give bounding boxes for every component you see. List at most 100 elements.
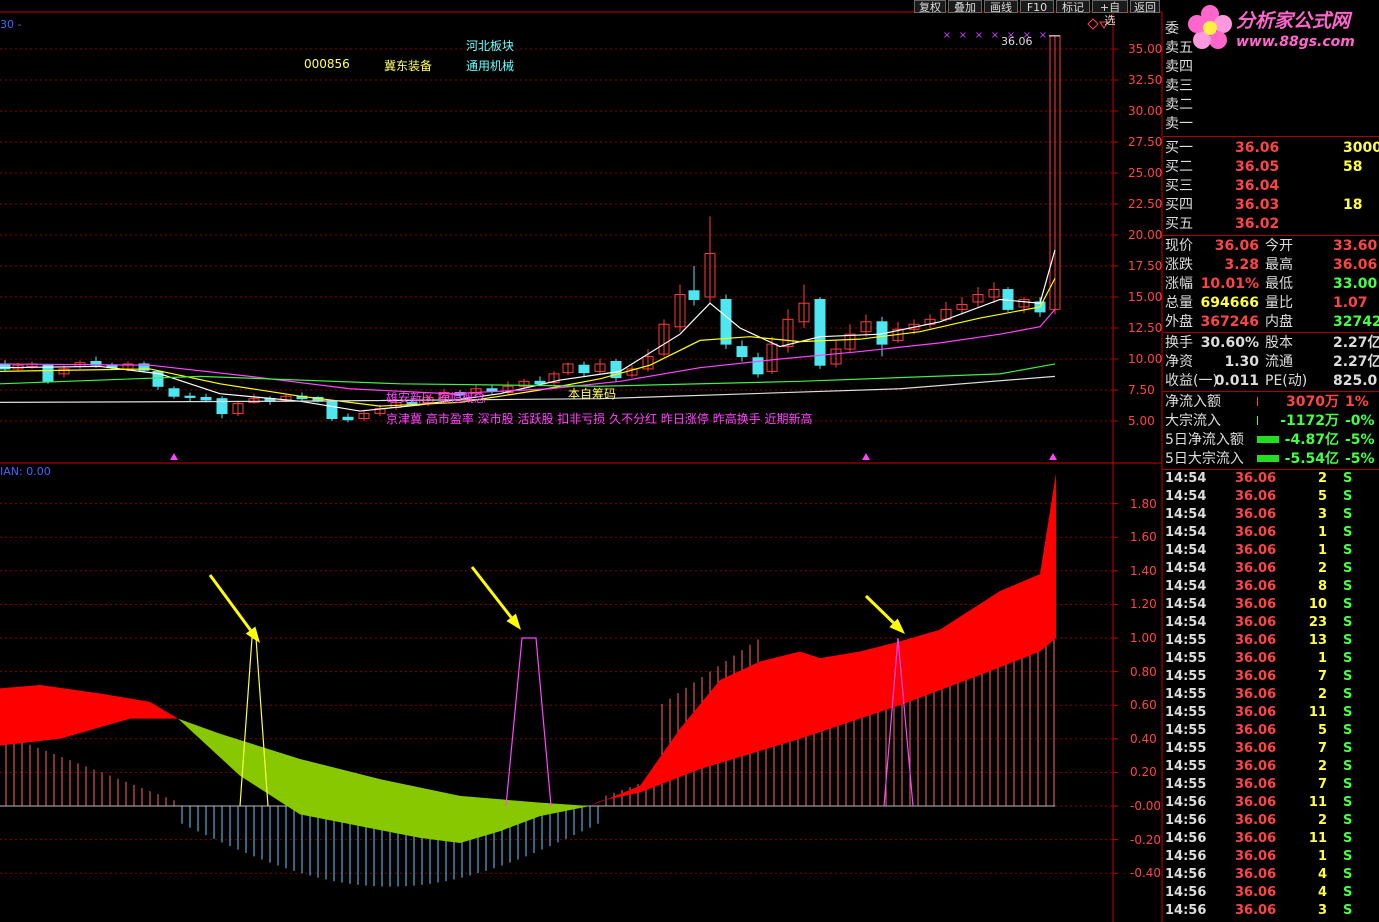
flow-label: 5日大宗流入 <box>1165 451 1244 467</box>
quote-label: 收益(一) <box>1165 373 1218 389</box>
quote-value: 3.28 <box>1224 257 1259 273</box>
stock-chart-window: × × × × × × × 复权 叠加 画线 F10 标记 +自选 返回 30 - 0008… <box>0 0 1379 922</box>
price-axis-tick: 5.00 <box>1128 414 1155 428</box>
sell-row[interactable]: 卖一 <box>1163 115 1379 134</box>
industry-label: 通用机械 <box>466 59 515 73</box>
tick-row: 14:54 36.06 1 S <box>1163 524 1379 542</box>
tick-row: 14:54 36.06 2 S <box>1163 470 1379 488</box>
chip-tag: 本自筹码 <box>568 387 617 401</box>
buy-label: 买四 <box>1165 197 1193 213</box>
tick-time: 14:55 <box>1165 669 1207 684</box>
buy-row[interactable]: 买一 36.06 30007 <box>1163 139 1379 158</box>
quote-label: 换手 <box>1165 335 1193 351</box>
tick-volume: 4 <box>1317 885 1327 900</box>
main-indicator-label: 30 - <box>0 18 22 31</box>
stock-code: 000856 <box>304 57 350 71</box>
quote-value: 327420 <box>1333 314 1379 330</box>
sell-row[interactable]: 卖五 <box>1163 39 1379 58</box>
tick-volume: 11 <box>1308 831 1327 846</box>
tick-row: 14:56 36.06 3 S <box>1163 902 1379 920</box>
quote-value: 30.60% <box>1200 335 1259 351</box>
buy-row[interactable]: 买四 36.03 18 <box>1163 196 1379 215</box>
indicator-axis-tick: -0.00 <box>1130 799 1162 813</box>
tick-time: 14:54 <box>1165 507 1207 522</box>
sell-row[interactable]: 委 <box>1163 20 1379 39</box>
toolbar-button-f10[interactable]: F10 <box>1020 0 1054 14</box>
quote-label: 流通 <box>1265 354 1293 370</box>
quote-label: 内盘 <box>1265 314 1293 330</box>
tick-side: S <box>1343 867 1353 882</box>
toolbar-button-draw[interactable]: 画线 <box>984 0 1018 14</box>
toolbar-button-add-watchlist[interactable]: +自选 <box>1092 0 1128 27</box>
indicator-axis-tick: -0.40 <box>1130 866 1162 881</box>
buy-volume: 18 <box>1343 197 1363 213</box>
divider <box>1163 332 1379 333</box>
tick-row: 14:55 36.06 2 S <box>1163 758 1379 776</box>
tick-side: S <box>1343 723 1353 738</box>
tick-time: 14:54 <box>1165 579 1207 594</box>
buy-row[interactable]: 买三 36.04 <box>1163 177 1379 196</box>
tick-row: 14:56 36.06 4 S <box>1163 884 1379 902</box>
toolbar-button-mark[interactable]: 标记 <box>1056 0 1090 14</box>
buy-label: 买二 <box>1165 159 1193 175</box>
tick-row: 14:54 36.06 10 S <box>1163 596 1379 614</box>
tick-time: 14:56 <box>1165 849 1207 864</box>
board-label: 河北板块 <box>466 39 515 53</box>
sell-row[interactable]: 卖三 <box>1163 77 1379 96</box>
buy-row[interactable]: 买五 36.02 <box>1163 215 1379 234</box>
sell-row[interactable]: 卖四 <box>1163 58 1379 77</box>
tick-row: 14:55 36.06 7 S <box>1163 740 1379 758</box>
flow-row: 净流入额 3070万 1% <box>1163 393 1379 412</box>
quote-row: 涨跌 3.28 最高 36.06 <box>1163 256 1379 275</box>
candle-body <box>168 388 180 397</box>
indicator-axis-tick: 1.40 <box>1130 563 1157 578</box>
tick-row: 14:55 36.06 7 S <box>1163 668 1379 686</box>
quote-value: 33.00 <box>1333 276 1378 292</box>
tick-volume: 3 <box>1317 507 1327 522</box>
price-axis-tick: 7.50 <box>1128 383 1155 397</box>
tick-price: 36.06 <box>1235 597 1277 612</box>
tick-time: 14:54 <box>1165 471 1207 486</box>
signal-marker <box>170 453 178 460</box>
toolbar-button-back[interactable]: 返回 <box>1130 0 1160 14</box>
buy-label: 买一 <box>1165 140 1193 156</box>
quote-value: 10.01% <box>1200 276 1259 292</box>
tick-price: 36.06 <box>1235 705 1277 720</box>
tick-row: 14:54 36.06 23 S <box>1163 614 1379 632</box>
tick-price: 36.06 <box>1235 615 1277 630</box>
flow-bar <box>1257 436 1279 443</box>
tick-time: 14:54 <box>1165 561 1207 576</box>
tick-side: S <box>1343 831 1353 846</box>
tick-price: 36.06 <box>1235 813 1277 828</box>
tick-row: 14:56 36.06 11 S <box>1163 794 1379 812</box>
tick-time: 14:55 <box>1165 687 1207 702</box>
red-area <box>590 473 1056 806</box>
quote-value: 0.011 <box>1214 373 1259 389</box>
tick-price: 36.06 <box>1235 525 1277 540</box>
toolbar-button-overlay[interactable]: 叠加 <box>948 0 982 14</box>
candle-body <box>184 395 196 398</box>
tick-price: 36.06 <box>1235 651 1277 666</box>
quote-label: PE(动) <box>1265 373 1308 389</box>
tick-price: 36.06 <box>1235 579 1277 594</box>
quote-value: 825.0 <box>1333 373 1378 389</box>
tick-price: 36.06 <box>1235 849 1277 864</box>
arrow-shaft <box>208 574 252 631</box>
quote-value: 36.06 <box>1333 257 1378 273</box>
quote-value: 2.27亿 <box>1333 335 1379 351</box>
flow-value: -1172万 <box>1280 413 1339 429</box>
tick-volume: 2 <box>1317 471 1327 486</box>
tick-volume: 1 <box>1317 525 1327 540</box>
sell-row[interactable]: 卖二 <box>1163 96 1379 115</box>
tick-price: 36.06 <box>1235 507 1277 522</box>
tick-side: S <box>1343 759 1353 774</box>
tick-side: S <box>1343 507 1353 522</box>
buy-row[interactable]: 买二 36.05 58 <box>1163 158 1379 177</box>
tick-time: 14:54 <box>1165 615 1207 630</box>
quote-label: 今开 <box>1265 238 1293 254</box>
sell-label: 卖二 <box>1165 97 1193 113</box>
tick-side: S <box>1343 651 1353 666</box>
tick-row: 14:54 36.06 8 S <box>1163 578 1379 596</box>
flow-row: 大宗流入 -1172万 -0% <box>1163 412 1379 431</box>
toolbar-button-restore-rights[interactable]: 复权 <box>914 0 946 14</box>
